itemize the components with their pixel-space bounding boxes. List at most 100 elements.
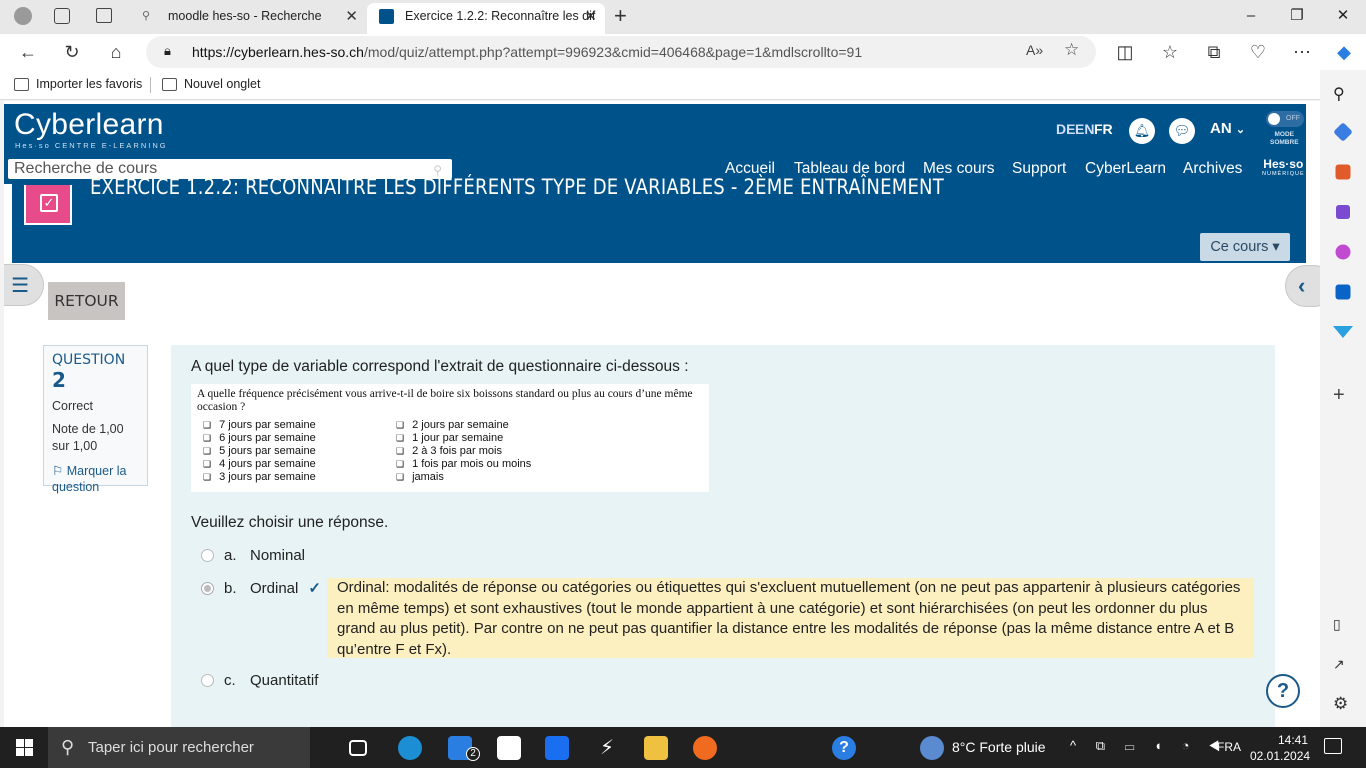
excerpt-option: ❑ 5 jours par semaine bbox=[203, 445, 316, 458]
shopping-icon[interactable] bbox=[1333, 122, 1353, 142]
tab-actions-icon[interactable] bbox=[96, 8, 112, 23]
new-tab-link[interactable]: Nouvel onglet bbox=[162, 77, 260, 91]
hesso-numerique-logo[interactable]: Hes·so NUMÉRIQUE bbox=[1262, 158, 1305, 178]
answer-feedback: Ordinal: modalités de réponse ou catégor… bbox=[327, 578, 1254, 658]
answer-option-a[interactable]: a. Nominal bbox=[201, 547, 305, 564]
import-favorites-link[interactable]: Importer les favoris bbox=[14, 77, 142, 91]
help-button[interactable]: ? bbox=[1266, 674, 1300, 708]
copilot-icon[interactable]: ◆ bbox=[1332, 40, 1356, 64]
close-window-button[interactable]: ✕ bbox=[1320, 4, 1366, 28]
favorite-label: Importer les favoris bbox=[36, 77, 143, 91]
radio-button[interactable] bbox=[201, 549, 214, 562]
lang-de[interactable]: DE bbox=[1056, 121, 1075, 137]
toolbox-icon[interactable] bbox=[1335, 164, 1351, 180]
choose-prompt: Veuillez choisir une réponse. bbox=[191, 514, 389, 531]
correct-check-icon: ✓ bbox=[308, 580, 321, 597]
lock-icon[interactable]: 🔒︎ bbox=[164, 43, 171, 59]
radio-button[interactable] bbox=[201, 674, 214, 687]
input-language[interactable]: FRA bbox=[1217, 740, 1241, 754]
answer-option-c[interactable]: c. Quantitatif bbox=[201, 672, 318, 689]
excerpt-option: ❑ 6 jours par semaine bbox=[203, 432, 316, 445]
help-app-icon[interactable]: ? bbox=[832, 736, 856, 760]
address-bar[interactable]: 🔒︎ https://cyberlearn.hes-so.ch/mod/quiz… bbox=[146, 36, 1096, 68]
excerpt-option-label: jamais bbox=[412, 471, 444, 483]
messages-icon[interactable]: 💬︎ bbox=[1169, 118, 1195, 144]
favorites-icon[interactable]: ☆ bbox=[1158, 40, 1182, 64]
tab-exercice[interactable]: Exercice 1.2.2: Reconnaître les dif ✕ bbox=[367, 3, 605, 34]
back-button[interactable]: ← bbox=[16, 40, 40, 64]
lang-fr[interactable]: FR bbox=[1094, 121, 1113, 137]
add-sidebar-icon[interactable]: + bbox=[1333, 384, 1353, 406]
windows-start-icon[interactable] bbox=[16, 739, 33, 756]
tab-moodle-search[interactable]: ⚲ moodle hes-so - Recherche ✕ bbox=[130, 3, 366, 34]
retour-button[interactable]: RETOUR bbox=[48, 282, 125, 320]
notifications-icon[interactable] bbox=[1324, 738, 1342, 754]
flag-question-link[interactable]: ⚐ Marquer la question bbox=[52, 463, 139, 495]
collections-icon[interactable]: ⧉ bbox=[1202, 40, 1226, 64]
weather-text[interactable]: 8°C Forte pluie bbox=[952, 739, 1046, 755]
sidebar-panel-icon[interactable]: ▯ bbox=[1333, 616, 1353, 636]
external-link-icon[interactable]: ↗ bbox=[1333, 656, 1353, 676]
answer-option-b[interactable]: b. Ordinal ✓ bbox=[201, 579, 321, 597]
games-icon[interactable] bbox=[1336, 205, 1350, 219]
notifications-bell-icon[interactable]: 🔔︎ bbox=[1129, 118, 1155, 144]
read-aloud-icon[interactable]: A» bbox=[1026, 42, 1043, 58]
nav-support[interactable]: Support bbox=[1012, 160, 1066, 178]
amazon-icon[interactable] bbox=[497, 736, 521, 760]
home-button[interactable]: ⌂ bbox=[104, 40, 128, 64]
file-explorer-icon[interactable] bbox=[644, 736, 668, 760]
close-tab-icon[interactable]: ✕ bbox=[584, 3, 597, 30]
dark-mode-toggle[interactable]: OFF bbox=[1266, 111, 1304, 127]
cyberlearn-logo[interactable]: Cyberlearn bbox=[14, 108, 164, 142]
edge-browser-icon[interactable] bbox=[398, 736, 422, 760]
firefox-icon[interactable] bbox=[693, 736, 717, 760]
refresh-button[interactable]: ↻ bbox=[60, 40, 84, 64]
user-menu[interactable]: AN ⌄ bbox=[1210, 120, 1245, 137]
excerpt-heading: A quelle fréquence précisément vous arri… bbox=[197, 388, 693, 413]
browser-essentials-icon[interactable]: ♡ bbox=[1246, 40, 1270, 64]
open-block-drawer-button[interactable]: ‹ bbox=[1285, 265, 1320, 307]
weather-icon[interactable] bbox=[920, 736, 944, 760]
profile-icon[interactable] bbox=[14, 7, 32, 25]
favorites-bar: Importer les favoris Nouvel onglet bbox=[0, 70, 1366, 100]
settings-gear-icon[interactable]: ⚙ bbox=[1333, 694, 1353, 714]
favorite-label: Nouvel onglet bbox=[184, 77, 261, 91]
workspaces-icon[interactable] bbox=[54, 8, 70, 24]
tray-icons[interactable]: ^ ⧉ ▭ ◖ ◔ ◀ bbox=[1070, 738, 1227, 754]
excerpt-option-label: 6 jours par semaine bbox=[219, 432, 316, 444]
dropbox-icon[interactable] bbox=[545, 736, 569, 760]
taskbar-search-box[interactable]: ⚲ Taper ici pour rechercher bbox=[48, 727, 310, 768]
lang-en[interactable]: EN bbox=[1075, 121, 1094, 137]
drop-icon[interactable] bbox=[1333, 326, 1353, 338]
quiz-icon: ✓ bbox=[24, 185, 72, 225]
excerpt-option-label: 1 jour par semaine bbox=[412, 432, 504, 444]
answer-label: Nominal bbox=[250, 547, 306, 564]
question-number-value: 2 bbox=[52, 368, 66, 392]
new-tab-icon bbox=[162, 77, 177, 91]
favorite-star-icon[interactable]: ☆ bbox=[1064, 40, 1079, 60]
taskbar-clock[interactable]: 14:41 02.01.2024 bbox=[1250, 732, 1310, 764]
windows-taskbar: ⚲ Taper ici pour rechercher 2 ⚡︎ ? 8°C F… bbox=[0, 727, 1366, 768]
radio-button-selected[interactable] bbox=[201, 581, 214, 595]
close-tab-icon[interactable]: ✕ bbox=[345, 3, 358, 30]
question-label: QUESTION bbox=[52, 352, 126, 368]
restore-button[interactable]: ❐ bbox=[1274, 4, 1320, 28]
page-title: EXERCICE 1.2.2: RECONNAÎTRE LES DIFFÉREN… bbox=[90, 175, 944, 199]
ce-cours-dropdown[interactable]: Ce cours ▾ bbox=[1200, 233, 1290, 261]
course-title-banner: ✓ EXERCICE 1.2.2: RECONNAÎTRE LES DIFFÉR… bbox=[12, 175, 1306, 263]
new-tab-button[interactable]: + bbox=[614, 3, 627, 29]
more-menu-icon[interactable]: ⋯ bbox=[1290, 40, 1314, 64]
office-icon[interactable] bbox=[1335, 244, 1351, 260]
app-icon[interactable]: ⚡︎ bbox=[595, 736, 619, 760]
minimize-button[interactable]: – bbox=[1228, 4, 1274, 28]
search-icon[interactable]: ⚲ bbox=[1333, 84, 1353, 104]
outlook-icon[interactable] bbox=[1335, 284, 1351, 300]
question-content: A quel type de variable correspond l'ext… bbox=[171, 345, 1300, 727]
nav-cyberlearn[interactable]: CyberLearn bbox=[1085, 160, 1166, 178]
checkbox-icon: ❑ bbox=[203, 446, 212, 456]
open-course-index-button[interactable]: ☰ bbox=[4, 264, 44, 306]
question-info-panel: QUESTION 2 Correct Note de 1,00 sur 1,00… bbox=[43, 345, 148, 494]
split-screen-icon[interactable]: ◫ bbox=[1113, 40, 1137, 64]
task-view-icon[interactable] bbox=[349, 740, 367, 756]
nav-archives[interactable]: Archives bbox=[1183, 160, 1242, 178]
